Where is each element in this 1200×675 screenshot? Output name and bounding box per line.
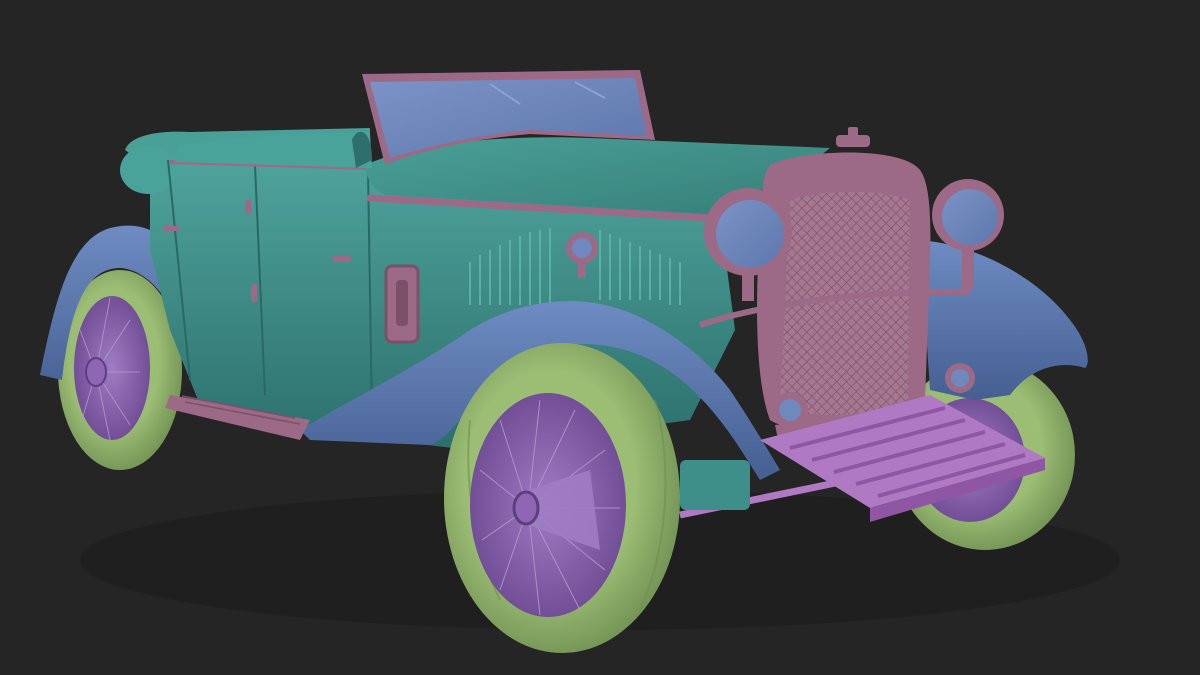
rear-cowl — [120, 146, 176, 194]
render-viewport — [0, 0, 1200, 675]
fog-lamp — [772, 392, 808, 428]
radiator-cap — [836, 127, 870, 147]
front-wheel — [444, 343, 680, 653]
car-render — [40, 70, 1120, 653]
fog-lamp — [945, 363, 975, 393]
engine-block — [680, 460, 750, 510]
